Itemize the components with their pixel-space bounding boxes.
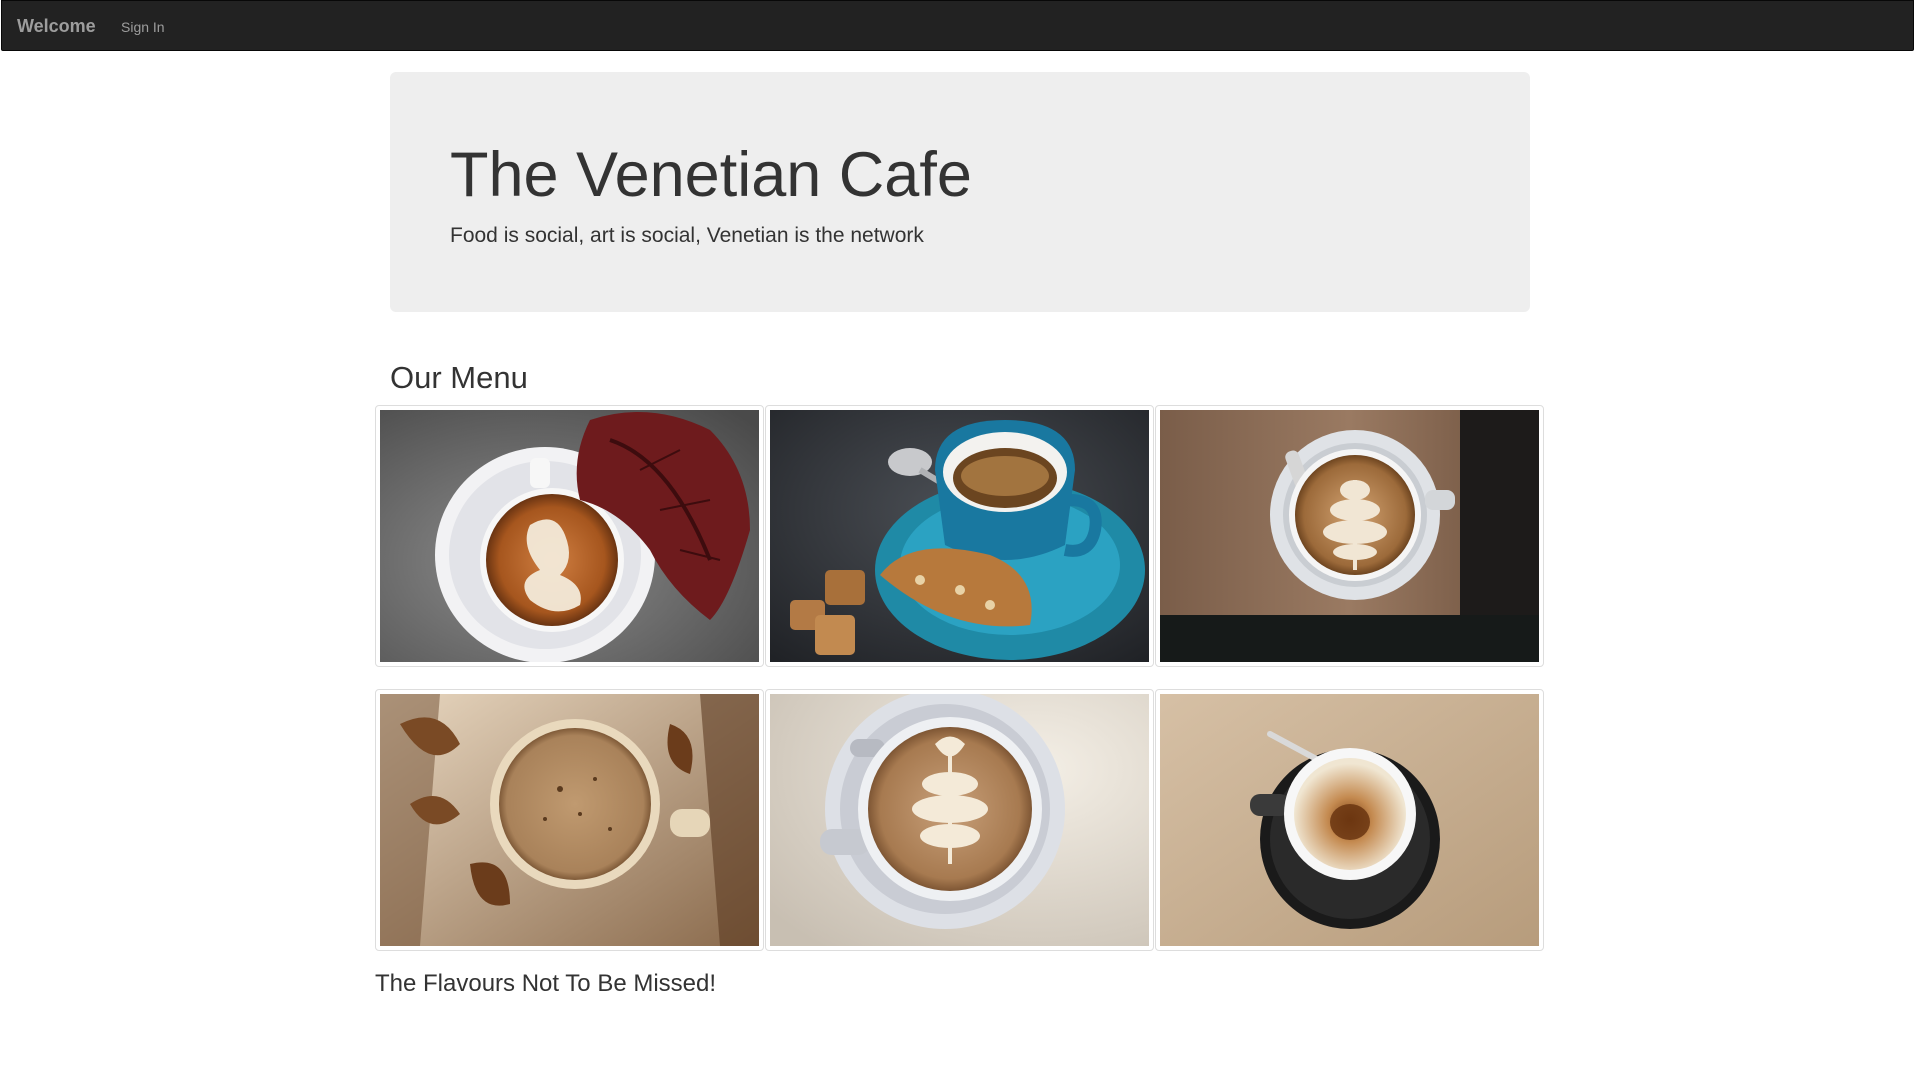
menu-item-6[interactable]	[1155, 689, 1544, 951]
latte-art-heart-icon	[770, 694, 1149, 946]
espresso-cup-biscotti-icon	[770, 410, 1149, 662]
menu-photo-latte-swan	[380, 410, 759, 662]
milky-coffee-mug-icon	[380, 694, 759, 946]
menu-photo-latte-tulip	[1160, 410, 1539, 662]
latte-art-swan-icon	[380, 410, 759, 662]
menu-photo-espresso-black-saucer	[1160, 694, 1539, 946]
menu-item-2[interactable]	[765, 405, 1154, 667]
menu-photo-milky-coffee-mug	[380, 694, 759, 946]
menu-photo-espresso-biscotti	[770, 410, 1149, 662]
top-navbar: Welcome Sign In	[1, 0, 1914, 51]
menu-photo-latte-heart	[770, 694, 1149, 946]
footer-tagline: The Flavours Not To Be Missed!	[375, 970, 717, 997]
page-title: The Venetian Cafe	[450, 140, 972, 210]
menu-item-4[interactable]	[375, 689, 764, 951]
menu-item-1[interactable]	[375, 405, 764, 667]
latte-art-tulip-icon	[1160, 410, 1539, 662]
hero-tagline: Food is social, art is social, Venetian …	[450, 224, 924, 247]
hero-jumbotron: The Venetian Cafe Food is social, art is…	[390, 72, 1530, 312]
espresso-black-saucer-icon	[1160, 694, 1539, 946]
navbar-brand[interactable]: Welcome	[17, 15, 96, 37]
nav-link-sign-in[interactable]: Sign In	[121, 18, 165, 36]
menu-item-5[interactable]	[765, 689, 1154, 951]
menu-heading: Our Menu	[390, 360, 528, 395]
menu-item-3[interactable]	[1155, 405, 1544, 667]
